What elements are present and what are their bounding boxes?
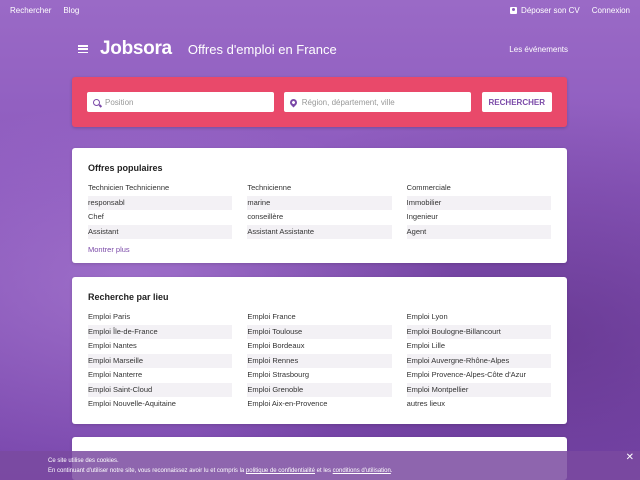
location-pin-icon: [288, 97, 299, 107]
terms-link[interactable]: conditions d'utilisation: [333, 468, 391, 474]
login-link[interactable]: Connexion: [592, 6, 630, 15]
location-item[interactable]: Emploi Bordeaux: [247, 339, 391, 354]
logo[interactable]: Jobsora: [100, 38, 172, 60]
popular-offers-grid: Technicien Technicienne Technicienne Com…: [88, 181, 551, 239]
popular-offer-item[interactable]: Assistant Assistante: [247, 224, 392, 239]
cookie-text: et les: [314, 468, 333, 474]
popular-offer-item[interactable]: Agent: [406, 224, 551, 239]
popular-offers-title: Offres populaires: [88, 163, 163, 173]
popular-offer-item[interactable]: responsabl: [88, 195, 233, 210]
privacy-policy-link[interactable]: politique de confidentialité: [246, 468, 315, 474]
location-item[interactable]: Emploi Nanterre: [88, 368, 232, 383]
popular-offer-item[interactable]: Chef: [88, 210, 232, 225]
hamburger-menu-icon[interactable]: [78, 45, 88, 53]
position-input[interactable]: [105, 97, 268, 107]
location-item[interactable]: Emploi Lyon: [407, 310, 551, 325]
popular-offer-item[interactable]: Commerciale: [407, 181, 551, 196]
search-link[interactable]: Rechercher: [10, 6, 51, 15]
location-item[interactable]: Emploi Grenoble: [247, 382, 392, 397]
search-button[interactable]: RECHERCHER: [481, 92, 552, 112]
popular-offer-item[interactable]: Ingenieur: [407, 210, 551, 225]
location-item[interactable]: Emploi Nouvelle-Aquitaine: [88, 397, 232, 412]
cookie-line-1: Ce site utilise des cookies.: [48, 458, 119, 464]
close-icon[interactable]: ✕: [626, 453, 634, 463]
cookie-line-2: En continuant d'utiliser notre site, vou…: [48, 466, 592, 476]
popular-offer-item[interactable]: Assistant: [88, 224, 233, 239]
location-item[interactable]: Emploi Aix-en-Provence: [247, 397, 391, 412]
location-item[interactable]: Emploi Toulouse: [247, 324, 392, 339]
search-icon: [93, 98, 100, 106]
popular-offer-item[interactable]: Technicien Technicienne: [88, 181, 232, 196]
location-item[interactable]: Emploi Saint-Cloud: [88, 382, 233, 397]
location-item[interactable]: autres lieux: [407, 397, 551, 412]
popular-offer-item[interactable]: marine: [247, 195, 392, 210]
position-field[interactable]: [87, 92, 274, 112]
location-item[interactable]: Emploi Rennes: [247, 353, 392, 368]
post-cv-link[interactable]: Déposer son CV: [510, 6, 580, 15]
popular-offer-item[interactable]: Immobilier: [406, 195, 551, 210]
location-item[interactable]: Emploi Montpellier: [406, 382, 551, 397]
search-by-location-card: Recherche par lieu Emploi Paris Emploi F…: [72, 277, 567, 424]
header: Jobsora Offres d'emploi en France Les év…: [78, 37, 568, 61]
location-item[interactable]: Emploi Boulogne-Billancourt: [406, 324, 551, 339]
location-field[interactable]: [283, 92, 471, 112]
popular-offers-card: Offres populaires Technicien Technicienn…: [72, 148, 567, 263]
location-item[interactable]: Emploi Strasbourg: [247, 368, 391, 383]
popular-offer-item[interactable]: conseillère: [247, 210, 391, 225]
top-bar: Rechercher Blog Déposer son CV Connexion: [0, 0, 640, 20]
location-item[interactable]: Emploi Nantes: [88, 339, 232, 354]
location-item[interactable]: Emploi Paris: [88, 310, 232, 325]
post-cv-label: Déposer son CV: [521, 5, 580, 15]
show-more-link[interactable]: Montrer plus: [88, 245, 130, 254]
location-item[interactable]: Emploi Marseille: [88, 353, 233, 368]
top-bar-right: Déposer son CV Connexion: [510, 6, 630, 15]
page-title: Offres d'emploi en France: [187, 41, 337, 57]
location-item[interactable]: Emploi France: [247, 310, 391, 325]
cookie-text: .: [390, 468, 393, 474]
location-grid: Emploi Paris Emploi France Emploi Lyon E…: [88, 310, 551, 412]
location-item[interactable]: Emploi Île-de-France: [88, 324, 233, 339]
cookie-banner: Ce site utilise des cookies. En continua…: [0, 451, 640, 480]
events-link[interactable]: Les événements: [509, 45, 568, 54]
popular-offer-item[interactable]: Technicienne: [247, 181, 391, 196]
top-bar-left: Rechercher Blog: [10, 6, 79, 15]
location-input[interactable]: [301, 97, 465, 107]
blog-link[interactable]: Blog: [63, 6, 79, 15]
search-panel: RECHERCHER: [72, 77, 567, 127]
search-by-location-title: Recherche par lieu: [88, 292, 169, 302]
location-item[interactable]: Emploi Provence-Alpes-Côte d'Azur: [407, 368, 551, 383]
user-icon: [510, 6, 518, 14]
cookie-text: En continuant d'utiliser notre site, vou…: [48, 468, 246, 474]
location-item[interactable]: Emploi Auvergne-Rhône-Alpes: [406, 353, 551, 368]
location-item[interactable]: Emploi Lille: [407, 339, 551, 354]
